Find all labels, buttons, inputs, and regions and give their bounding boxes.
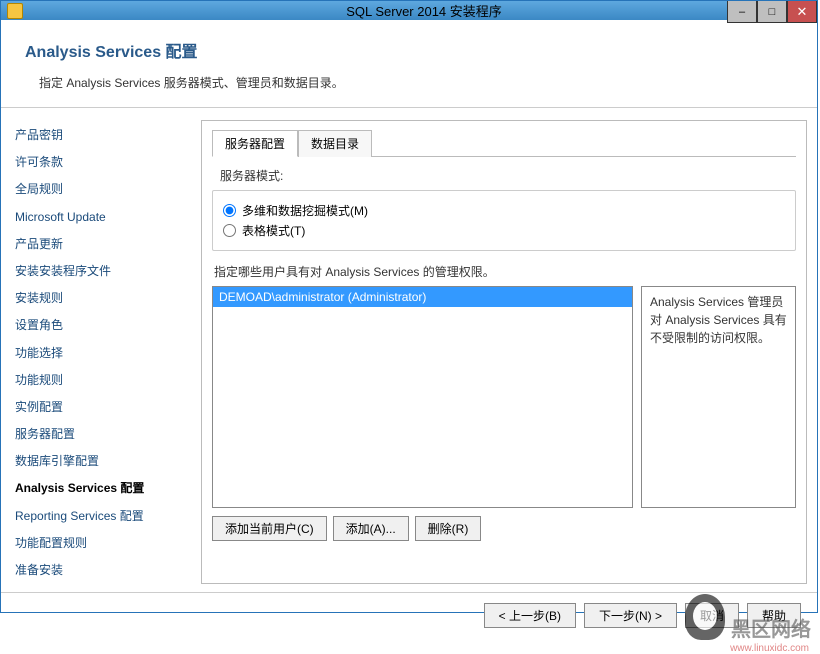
sidebar-item-9[interactable]: 功能规则	[11, 367, 191, 394]
sidebar-item-5[interactable]: 安装安装程序文件	[11, 258, 191, 285]
server-mode-option-1[interactable]: 表格模式(T)	[223, 222, 785, 239]
close-button[interactable]: ✕	[787, 1, 817, 23]
sidebar-item-7[interactable]: 设置角色	[11, 312, 191, 339]
help-button[interactable]: 帮助	[747, 603, 801, 628]
page-title: Analysis Services 配置	[25, 38, 793, 62]
maximize-button[interactable]: □	[757, 1, 787, 23]
remove-button[interactable]: 删除(R)	[415, 516, 482, 541]
tabs: 服务器配置数据目录	[212, 129, 796, 157]
header: Analysis Services 配置 指定 Analysis Service…	[1, 20, 817, 108]
sidebar-item-15[interactable]: 功能配置规则	[11, 530, 191, 557]
server-mode-radio-1[interactable]	[223, 224, 236, 237]
sidebar-item-16[interactable]: 准备安装	[11, 557, 191, 584]
sidebar-item-12[interactable]: 数据库引擎配置	[11, 448, 191, 475]
app-icon	[7, 3, 23, 19]
sidebar-item-6[interactable]: 安装规则	[11, 285, 191, 312]
watermark-url: www.linuxidc.com	[730, 643, 809, 654]
window-controls: – □ ✕	[727, 1, 817, 23]
sidebar-item-2[interactable]: 全局规则	[11, 176, 191, 203]
back-button[interactable]: < 上一步(B)	[484, 603, 576, 628]
sidebar-item-14[interactable]: Reporting Services 配置	[11, 503, 191, 530]
server-mode-label-0: 多维和数据挖掘模式(M)	[242, 202, 368, 219]
permissions-label: 指定哪些用户具有对 Analysis Services 的管理权限。	[214, 263, 796, 280]
main-panel: 服务器配置数据目录 服务器模式: 多维和数据挖掘模式(M) 表格模式(T) 指定哪…	[201, 120, 807, 584]
sidebar-item-11[interactable]: 服务器配置	[11, 421, 191, 448]
server-mode-label: 服务器模式:	[212, 167, 796, 184]
server-mode-radio-0[interactable]	[223, 204, 236, 217]
add-current-user-button[interactable]: 添加当前用户(C)	[212, 516, 327, 541]
server-mode-group: 多维和数据挖掘模式(M) 表格模式(T)	[212, 190, 796, 251]
sidebar-item-1[interactable]: 许可条款	[11, 149, 191, 176]
tab-1[interactable]: 数据目录	[298, 130, 372, 157]
sidebar-item-3[interactable]: Microsoft Update	[11, 204, 191, 231]
sidebar: 产品密钥许可条款全局规则Microsoft Update产品更新安装安装程序文件…	[11, 120, 191, 584]
cancel-button[interactable]: 取消	[685, 603, 739, 628]
listbox-item-0[interactable]: DEMOAD\administrator (Administrator)	[213, 287, 632, 307]
titlebar: SQL Server 2014 安装程序 – □ ✕	[1, 1, 817, 20]
next-button[interactable]: 下一步(N) >	[584, 603, 677, 628]
sidebar-item-0[interactable]: 产品密钥	[11, 122, 191, 149]
sidebar-item-13[interactable]: Analysis Services 配置	[11, 475, 191, 502]
sidebar-item-8[interactable]: 功能选择	[11, 340, 191, 367]
add-button[interactable]: 添加(A)...	[333, 516, 409, 541]
window-title: SQL Server 2014 安装程序	[31, 1, 817, 20]
footer: < 上一步(B) 下一步(N) > 取消 帮助 黑区网络 www.linuxid…	[1, 592, 817, 638]
admin-buttons: 添加当前用户(C) 添加(A)... 删除(R)	[212, 516, 796, 541]
server-mode-option-0[interactable]: 多维和数据挖掘模式(M)	[223, 202, 785, 219]
sidebar-item-4[interactable]: 产品更新	[11, 231, 191, 258]
sidebar-item-10[interactable]: 实例配置	[11, 394, 191, 421]
page-subtitle: 指定 Analysis Services 服务器模式、管理员和数据目录。	[25, 74, 793, 91]
window: SQL Server 2014 安装程序 – □ ✕ Analysis Serv…	[0, 0, 818, 613]
tab-0[interactable]: 服务器配置	[212, 130, 298, 157]
admin-row: DEMOAD\administrator (Administrator) Ana…	[212, 286, 796, 508]
minimize-button[interactable]: –	[727, 1, 757, 23]
admin-description: Analysis Services 管理员对 Analysis Services…	[641, 286, 796, 508]
content: 产品密钥许可条款全局规则Microsoft Update产品更新安装安装程序文件…	[1, 108, 817, 592]
server-mode-label-1: 表格模式(T)	[242, 222, 305, 239]
admin-listbox[interactable]: DEMOAD\administrator (Administrator)	[212, 286, 633, 508]
